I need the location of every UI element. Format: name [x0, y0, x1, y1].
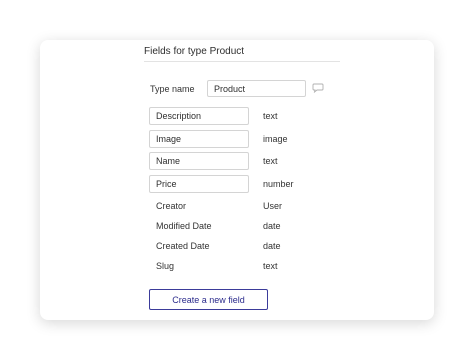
- field-type-created-date: date: [263, 241, 281, 251]
- field-type-image: image: [263, 134, 288, 144]
- field-name-slug: Slug: [156, 261, 175, 271]
- field-name-modified-date: Modified Date: [156, 221, 212, 231]
- field-type-price: number: [263, 179, 294, 189]
- field-name-input-name[interactable]: Name: [149, 152, 249, 170]
- fields-panel: Fields for type Product Type name Produc…: [40, 40, 434, 320]
- speech-bubble-icon[interactable]: [312, 83, 324, 93]
- field-type-modified-date: date: [263, 221, 281, 231]
- type-name-input[interactable]: Product: [207, 80, 306, 97]
- field-type-slug: text: [263, 261, 278, 271]
- field-type-creator: User: [263, 201, 283, 211]
- field-name-input-price[interactable]: Price: [149, 175, 249, 193]
- field-type-name: text: [263, 156, 278, 166]
- header-divider: [144, 61, 340, 62]
- field-name-creator: Creator: [156, 201, 187, 211]
- type-name-label: Type name: [150, 84, 195, 94]
- field-name-input-description[interactable]: Description: [149, 107, 249, 125]
- panel-title: Fields for type Product: [144, 46, 245, 57]
- field-type-description: text: [263, 111, 278, 121]
- field-name-created-date: Created Date: [156, 241, 210, 251]
- field-name-input-image[interactable]: Image: [149, 130, 249, 148]
- create-new-field-button[interactable]: Create a new field: [149, 289, 268, 310]
